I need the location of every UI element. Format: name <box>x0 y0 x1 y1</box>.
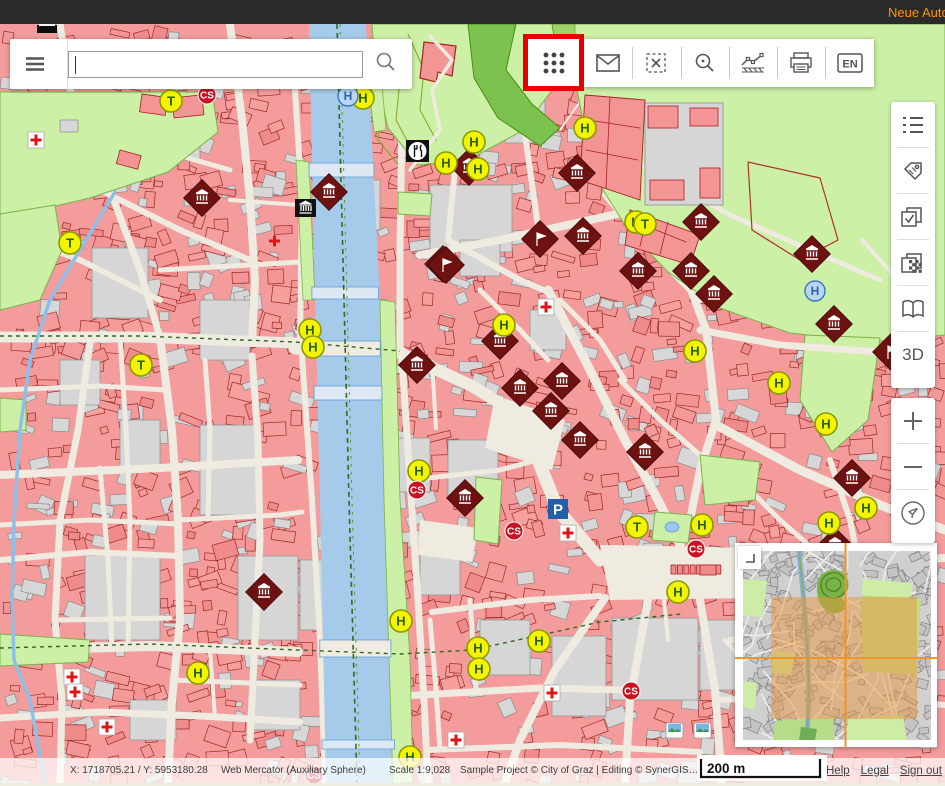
svg-text:CS: CS <box>689 545 703 556</box>
svg-text:H: H <box>474 662 483 677</box>
svg-text:CS: CS <box>624 687 638 698</box>
svg-text:H: H <box>673 585 682 600</box>
svg-text:CS: CS <box>507 527 521 538</box>
svg-text:H: H <box>580 121 589 136</box>
svg-text:H: H <box>473 162 482 177</box>
svg-text:H: H <box>473 641 482 656</box>
svg-text:CS: CS <box>410 486 424 497</box>
svg-text:CS: CS <box>200 91 214 102</box>
svg-text:H: H <box>821 417 830 432</box>
svg-text:H: H <box>396 614 405 629</box>
svg-text:H: H <box>441 156 450 171</box>
svg-text:P: P <box>553 502 563 519</box>
svg-text:H: H <box>811 284 820 298</box>
svg-text:200 m: 200 m <box>707 761 745 776</box>
svg-text:H: H <box>774 376 783 391</box>
svg-text:H: H <box>861 501 870 516</box>
svg-text:H: H <box>499 318 508 333</box>
svg-text:H: H <box>193 666 202 681</box>
svg-text:H: H <box>824 516 833 531</box>
svg-text:T: T <box>137 358 145 373</box>
svg-text:H: H <box>414 464 423 479</box>
svg-text:H: H <box>534 634 543 649</box>
svg-text:EN: EN <box>842 59 857 71</box>
svg-text:H: H <box>697 518 706 533</box>
svg-text:H: H <box>469 135 478 150</box>
svg-text:H: H <box>358 91 367 106</box>
svg-text:H: H <box>308 340 317 355</box>
svg-text:H: H <box>690 344 699 359</box>
svg-text:T: T <box>633 520 641 535</box>
svg-text:T: T <box>167 94 175 109</box>
svg-text:T: T <box>66 236 74 251</box>
svg-text:T: T <box>641 217 649 232</box>
svg-text:H: H <box>344 89 353 103</box>
